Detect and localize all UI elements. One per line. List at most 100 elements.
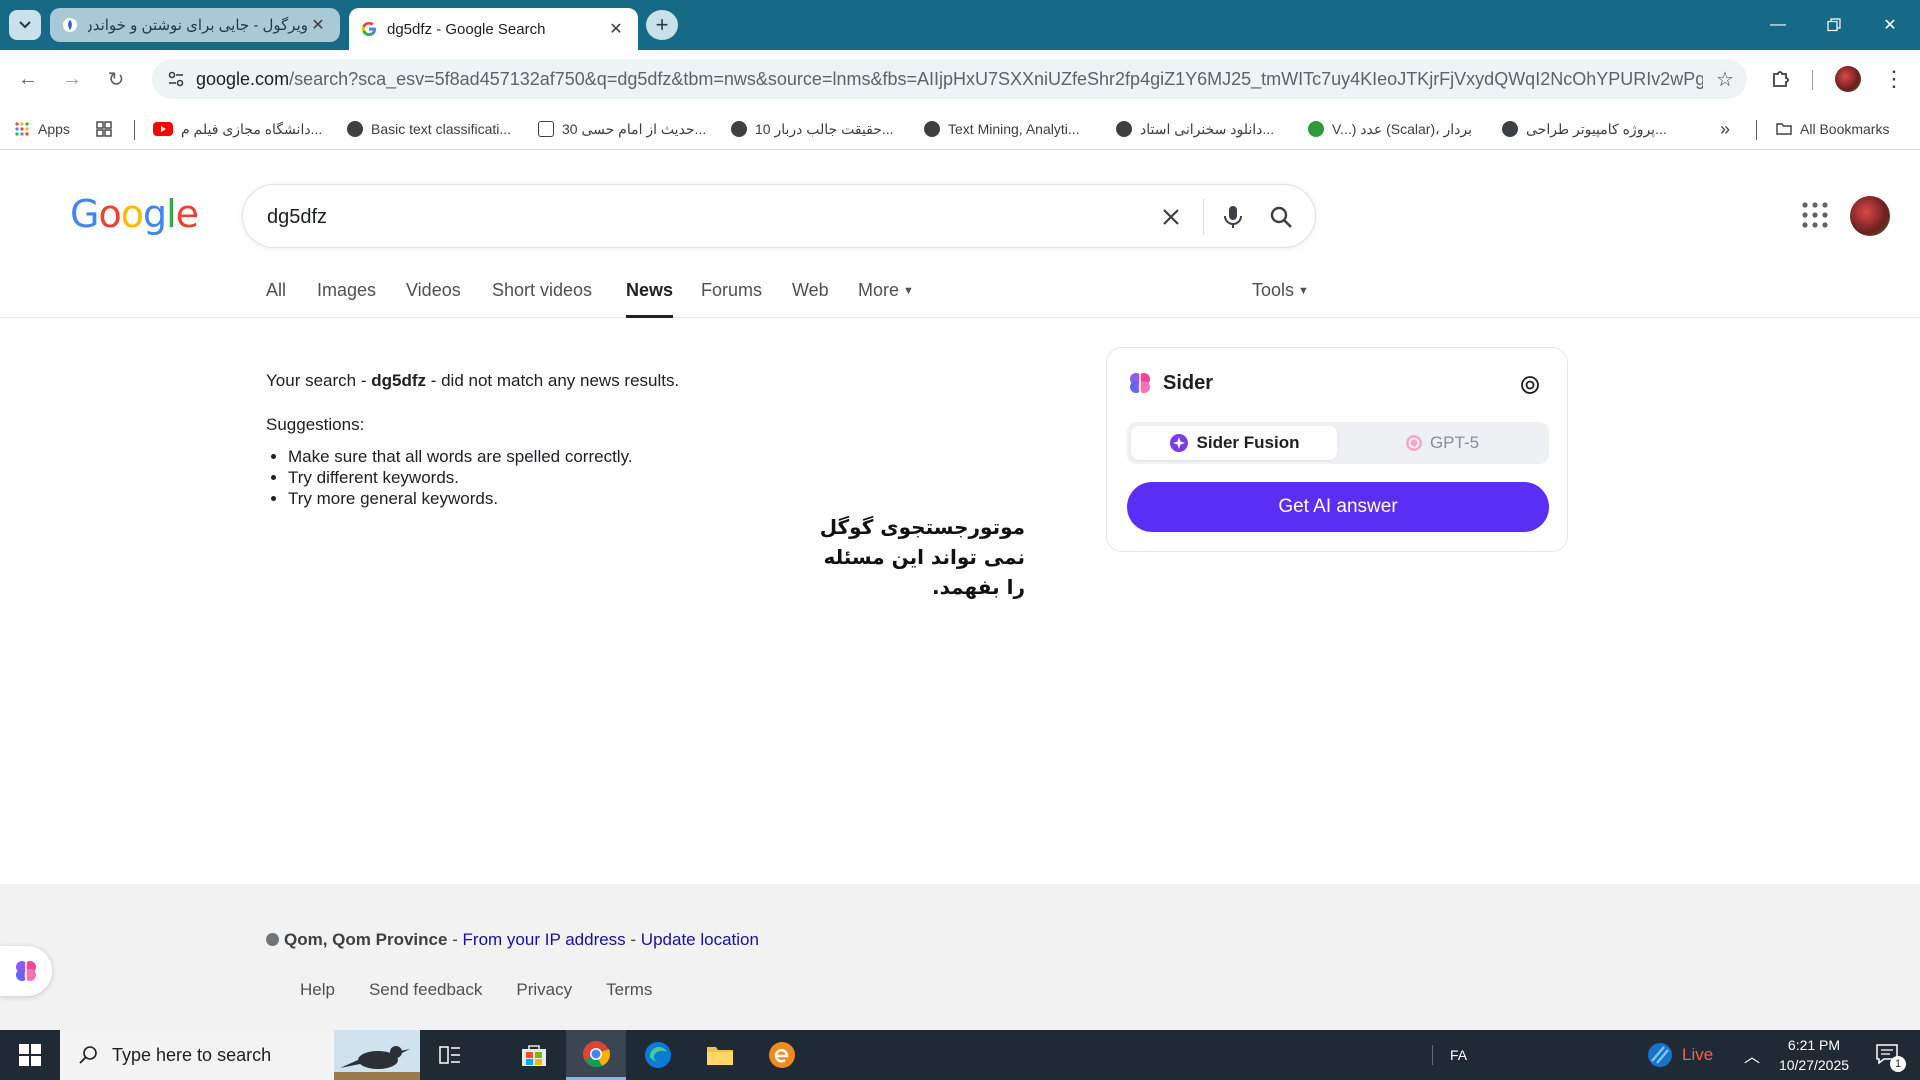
help-link[interactable]: Help (300, 980, 335, 1000)
tools-button[interactable]: Tools ▼ (1252, 280, 1309, 318)
update-location-link[interactable]: Update location (641, 930, 759, 949)
more-bookmarks-button[interactable]: » (1720, 118, 1730, 140)
google-account-avatar[interactable] (1850, 196, 1890, 236)
taskbar-search[interactable]: Type here to search (60, 1030, 420, 1080)
apps-grid-icon (15, 122, 29, 136)
forward-button[interactable]: → (56, 63, 88, 95)
bookmark-item[interactable]: Text Mining, Analyti... (924, 118, 1080, 140)
tab-strip: ویرگول - جایی برای نوشتن و خواندن ✕ dg5d… (0, 0, 1920, 50)
back-button[interactable]: ← (12, 63, 44, 95)
list-item: Try more general keywords. (288, 488, 866, 509)
close-window-button[interactable]: ✕ (1862, 0, 1918, 50)
search-icon (1270, 206, 1292, 228)
new-tab-button[interactable]: + (646, 10, 678, 40)
bookmark-item[interactable]: دانشگاه مجازی فیلم م... (153, 118, 322, 140)
openai-icon (1405, 435, 1422, 451)
terms-link[interactable]: Terms (606, 980, 652, 1000)
bookmark-item[interactable]: Basic text classificati... (347, 118, 511, 140)
all-bookmarks-folder[interactable]: All Bookmarks (1776, 118, 1889, 140)
bookmark-star-icon[interactable]: ☆ (1703, 67, 1747, 92)
task-view-button[interactable] (420, 1030, 480, 1080)
tab-news[interactable]: News (626, 280, 674, 318)
list-item: Make sure that all words are spelled cor… (288, 446, 866, 467)
extensions-button[interactable] (1765, 63, 1797, 95)
bookmarks-bar: Apps دانشگاه مجازی فیلم م... Basic text … (0, 108, 1920, 150)
close-icon[interactable]: ✕ (308, 15, 328, 35)
bookmark-item[interactable]: 10 حقیقت جالب دربار... (731, 118, 894, 140)
get-ai-answer-button[interactable]: Get AI answer (1127, 482, 1549, 532)
chrome-taskbar-button[interactable] (566, 1030, 626, 1080)
send-feedback-link[interactable]: Send feedback (369, 980, 482, 1000)
target-settings-icon[interactable] (1519, 374, 1541, 396)
tab-all[interactable]: All (266, 280, 286, 318)
search-divider (1203, 199, 1204, 235)
address-bar[interactable]: google.com/search?sca_esv=5f8ad457132af7… (152, 59, 1747, 99)
bookmark-item[interactable]: 30 حدیث از امام حسی... (538, 118, 706, 140)
restore-button[interactable] (1806, 0, 1862, 50)
google-apps-icon[interactable] (1800, 200, 1830, 230)
tab-web[interactable]: Web (792, 280, 829, 318)
tab-virgool[interactable]: ویرگول - جایی برای نوشتن و خواندن ✕ (50, 8, 340, 42)
orange-app-button[interactable] (752, 1030, 812, 1080)
store-bag-icon (522, 1045, 546, 1066)
app-e-icon (769, 1042, 795, 1068)
tab-more[interactable]: More ▼ (858, 280, 914, 318)
sider-panel: Sider Sider Fusion GPT-5 Get AI answer (1106, 347, 1568, 552)
tab-groups-icon (96, 121, 112, 137)
sider-floating-button[interactable] (0, 946, 52, 996)
youtube-icon (153, 122, 173, 136)
tab-images[interactable]: Images (317, 280, 376, 318)
bookmark-apps[interactable]: Apps (14, 118, 70, 140)
from-ip-link[interactable]: From your IP address (463, 930, 626, 949)
show-hidden-icons-button[interactable]: ︿ (1744, 1030, 1760, 1080)
location-line: Qom, Qom Province - From your IP address… (266, 930, 759, 950)
tab-forums[interactable]: Forums (701, 280, 762, 318)
chrome-icon (583, 1040, 610, 1067)
search-button[interactable] (1265, 201, 1297, 233)
notifications-button[interactable]: 1 (1866, 1030, 1910, 1080)
live-widget[interactable]: Live (1646, 1030, 1713, 1080)
profile-avatar[interactable] (1832, 63, 1864, 95)
toolbar-divider (1812, 70, 1813, 90)
reload-button[interactable]: ↻ (100, 63, 132, 95)
bookmark-separator (134, 120, 135, 140)
sider-brain-icon (16, 961, 36, 981)
privacy-link[interactable]: Privacy (516, 980, 572, 1000)
browser-toolbar: ← → ↻ google.com/search?sca_esv=5f8ad457… (0, 50, 1920, 108)
task-view-icon (439, 1046, 460, 1064)
tab-google-search[interactable]: dg5dfz - Google Search ✕ (349, 8, 638, 50)
bookmark-item[interactable]: V...) عدد (Scalar)، بردار (1308, 118, 1472, 140)
search-input[interactable] (267, 199, 1127, 235)
model-switch: Sider Fusion GPT-5 (1127, 422, 1549, 464)
microsoft-store-button[interactable] (504, 1030, 564, 1080)
page-footer: Qom, Qom Province - From your IP address… (0, 884, 1920, 1030)
tab-short-videos[interactable]: Short videos (492, 280, 592, 318)
language-indicator[interactable]: FA (1450, 1030, 1467, 1080)
minimize-icon: — (1770, 16, 1786, 33)
tab-search-button[interactable] (9, 10, 41, 40)
overlay-annotation-text: موتورجستجوی گوگل نمی تواند این مسئله را … (819, 515, 1025, 599)
voice-search-button[interactable] (1217, 201, 1249, 233)
edge-taskbar-button[interactable] (628, 1030, 688, 1080)
clock[interactable]: 6:21 PM 10/27/2025 (1774, 1030, 1854, 1080)
bookmark-item[interactable]: پروژه کامپیوتر طراحی... (1502, 118, 1667, 140)
bookmark-item[interactable]: دانلود سخنرانی استاد... (1116, 118, 1274, 140)
tab-videos[interactable]: Videos (406, 280, 461, 318)
more-vert-icon: ⋮ (1883, 66, 1905, 91)
list-item: Try different keywords. (288, 467, 866, 488)
google-logo[interactable]: Google (70, 192, 199, 236)
start-button[interactable] (0, 1030, 60, 1080)
footer-links: Help Send feedback Privacy Terms (300, 980, 686, 1000)
browser-menu-button[interactable]: ⋮ (1878, 63, 1910, 95)
site-info-icon[interactable] (156, 69, 196, 89)
chevron-down-icon (19, 21, 31, 29)
bookmark-tab-groups[interactable] (96, 118, 120, 140)
sider-fusion-option[interactable]: Sider Fusion (1131, 426, 1337, 460)
url-text: google.com/search?sca_esv=5f8ad457132af7… (196, 68, 1703, 89)
close-icon[interactable]: ✕ (606, 19, 626, 39)
clear-search-button[interactable] (1155, 201, 1187, 233)
file-explorer-button[interactable] (690, 1030, 750, 1080)
gpt5-option[interactable]: GPT-5 (1339, 426, 1545, 460)
minimize-button[interactable]: — (1750, 0, 1806, 50)
search-icon (79, 1046, 97, 1064)
